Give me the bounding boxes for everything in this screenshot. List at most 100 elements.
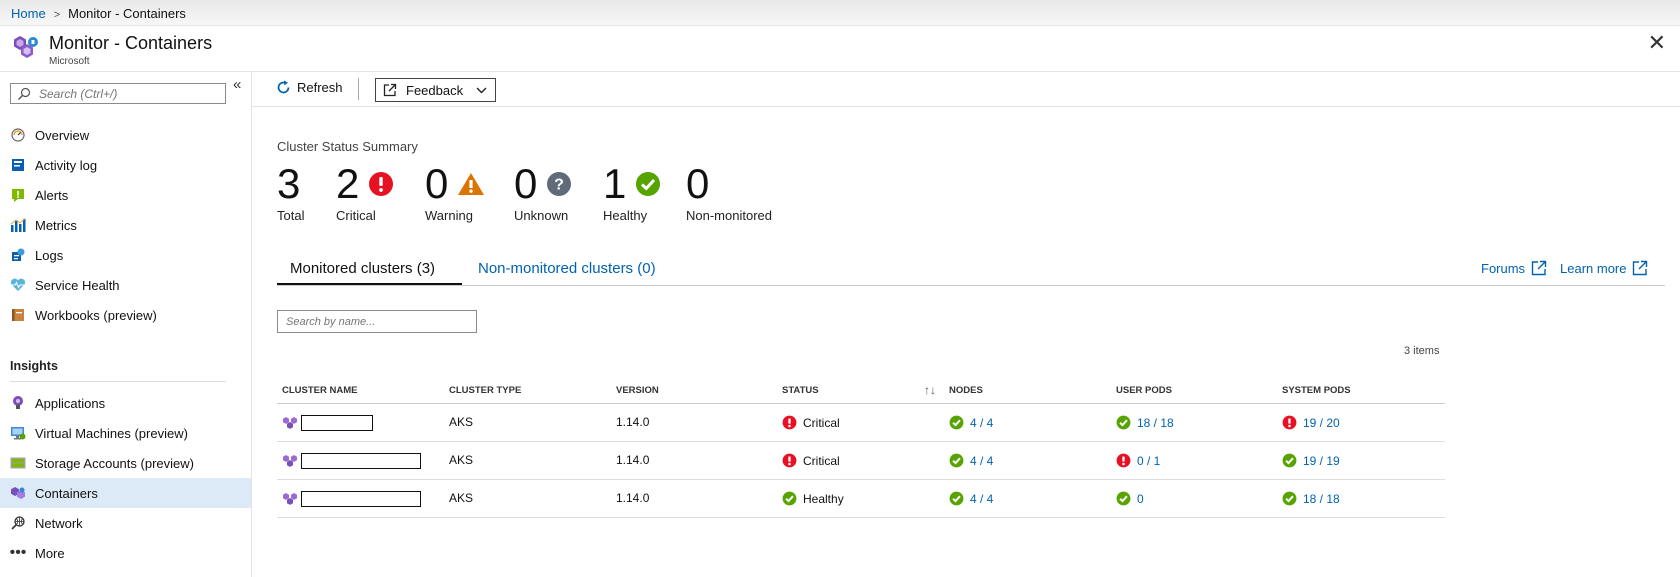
nodes-cell[interactable]: 4 / 4	[949, 453, 993, 468]
cluster-name-cell[interactable]	[282, 415, 373, 431]
sidebar-search[interactable]	[10, 83, 226, 104]
healthy-icon	[949, 415, 964, 430]
healthy-icon	[1282, 453, 1297, 468]
sidebar-item-logs[interactable]: Logs	[0, 240, 251, 270]
stat-critical-label: Critical	[336, 208, 376, 223]
feedback-button[interactable]: Feedback	[375, 78, 496, 102]
redacted-cluster-name	[301, 491, 421, 507]
status-cell: Critical	[782, 415, 840, 430]
cluster-type-cell: AKS	[449, 491, 474, 505]
nodes-link[interactable]: 4 / 4	[970, 416, 993, 430]
nodes-cell[interactable]: 4 / 4	[949, 491, 993, 506]
kubernetes-cluster-icon	[283, 493, 297, 505]
sidebar-item-label: Activity log	[35, 157, 98, 173]
critical-icon	[1282, 415, 1297, 430]
cluster-name-cell[interactable]	[282, 453, 421, 469]
sidebar-item-activity-log[interactable]: Activity log	[0, 150, 251, 180]
stat-critical-value: 2	[336, 160, 360, 207]
col-system-pods[interactable]: SYSTEM PODS	[1282, 385, 1351, 396]
user-pods-cell[interactable]: 18 / 18	[1116, 415, 1174, 430]
col-cluster-type[interactable]: CLUSTER TYPE	[449, 385, 521, 396]
sidebar-item-label: Workbooks (preview)	[35, 307, 157, 323]
col-version[interactable]: VERSION	[616, 385, 659, 396]
stat-total: 3 Total	[277, 162, 304, 224]
monitor-containers-logo-icon	[14, 36, 38, 58]
item-count: 3 items	[1404, 345, 1440, 357]
sidebar-item-workbooks[interactable]: Workbooks (preview)	[0, 300, 251, 330]
forums-link[interactable]: Forums	[1481, 260, 1547, 276]
external-link-icon	[1633, 260, 1648, 276]
nodes-link[interactable]: 4 / 4	[970, 454, 993, 468]
breadcrumb-home-link[interactable]: Home	[11, 6, 46, 21]
col-user-pods[interactable]: USER PODS	[1116, 385, 1172, 396]
sidebar-item-overview[interactable]: Overview	[0, 120, 251, 150]
sidebar-item-storage-accounts[interactable]: Storage Accounts (preview)	[0, 448, 251, 478]
sidebar-item-applications[interactable]: Applications	[0, 388, 251, 418]
sidebar-item-containers[interactable]: Containers	[0, 478, 251, 508]
col-cluster-name[interactable]: CLUSTER NAME	[282, 385, 357, 396]
blade-header: Monitor - Containers Microsoft ✕	[0, 26, 1680, 72]
stat-warning: 0 Warning	[425, 162, 485, 223]
search-icon	[18, 87, 31, 100]
sidebar-item-more[interactable]: ••• More	[0, 538, 251, 568]
system-pods-link[interactable]: 19 / 19	[1303, 454, 1340, 468]
healthy-icon	[635, 171, 661, 197]
system-pods-cell[interactable]: 19 / 19	[1282, 453, 1340, 468]
cluster-search-input[interactable]	[277, 310, 477, 333]
warning-icon	[457, 172, 485, 196]
nodes-link[interactable]: 4 / 4	[970, 492, 993, 506]
table-header: CLUSTER NAME CLUSTER TYPE VERSION STATUS…	[277, 380, 1445, 404]
stat-unknown-label: Unknown	[514, 208, 569, 223]
sort-icon[interactable]: ↑↓	[924, 383, 936, 397]
sidebar-item-network[interactable]: Network	[0, 508, 251, 538]
user-pods-cell[interactable]: 0 / 1	[1116, 453, 1160, 468]
toolbar-divider	[358, 78, 359, 100]
stat-unknown: 0 ? Unknown	[514, 162, 572, 223]
sidebar-item-virtual-machines[interactable]: Virtual Machines (preview)	[0, 418, 251, 448]
main-content: Refresh Feedback Cluster Status Summary …	[252, 72, 1680, 577]
critical-icon	[782, 453, 797, 468]
page-title: Monitor - Containers	[49, 33, 213, 53]
tab-monitored-clusters[interactable]: Monitored clusters (3)	[290, 260, 435, 277]
cluster-type-cell: AKS	[449, 415, 474, 429]
table-row[interactable]: AKS 1.14.0 Critical 4 / 4 0 / 1 19 / 19	[277, 442, 1445, 480]
cluster-tabs: Monitored clusters (3) Non-monitored clu…	[277, 257, 1665, 286]
table-row[interactable]: AKS 1.14.0 Critical 4 / 4 18 / 18 19 / 2…	[277, 404, 1445, 442]
sidebar-item-label: Network	[35, 515, 83, 531]
sidebar-item-service-health[interactable]: Service Health	[0, 270, 251, 300]
sidebar-item-label: Virtual Machines (preview)	[35, 425, 188, 441]
status-label: Healthy	[803, 491, 844, 506]
system-pods-cell[interactable]: 19 / 20	[1282, 415, 1340, 430]
summary-title: Cluster Status Summary	[277, 139, 418, 154]
user-pods-link[interactable]: 0 / 1	[1137, 454, 1160, 468]
collapse-sidebar-icon[interactable]: «	[233, 76, 241, 93]
gauge-icon	[10, 127, 26, 143]
alert-icon	[10, 187, 26, 203]
close-icon[interactable]: ✕	[1648, 32, 1666, 54]
heart-icon	[10, 277, 26, 293]
breadcrumb-bar: Home > Monitor - Containers	[0, 0, 1680, 26]
col-nodes[interactable]: NODES	[949, 385, 983, 396]
learn-more-link[interactable]: Learn more	[1560, 260, 1648, 276]
table-row[interactable]: AKS 1.14.0 Healthy 4 / 4 0 18 / 18	[277, 480, 1445, 518]
tab-non-monitored-clusters[interactable]: Non-monitored clusters (0)	[478, 260, 656, 277]
status-label: Critical	[803, 415, 840, 430]
col-status[interactable]: STATUS	[782, 385, 819, 396]
sidebar-item-label: More	[35, 545, 65, 561]
chevron-down-icon	[476, 87, 487, 93]
cluster-name-cell[interactable]	[282, 491, 421, 507]
sidebar-item-alerts[interactable]: Alerts	[0, 180, 251, 210]
user-pods-link[interactable]: 18 / 18	[1137, 416, 1174, 430]
refresh-button[interactable]: Refresh	[276, 80, 343, 95]
status-cell: Healthy	[782, 491, 844, 506]
clusters-table: CLUSTER NAME CLUSTER TYPE VERSION STATUS…	[277, 380, 1445, 518]
system-pods-link[interactable]: 18 / 18	[1303, 492, 1340, 506]
sidebar-search-input[interactable]	[37, 85, 221, 102]
sidebar-item-metrics[interactable]: Metrics	[0, 210, 251, 240]
healthy-icon	[1116, 415, 1131, 430]
system-pods-link[interactable]: 19 / 20	[1303, 416, 1340, 430]
user-pods-link[interactable]: 0	[1137, 492, 1144, 506]
system-pods-cell[interactable]: 18 / 18	[1282, 491, 1340, 506]
nodes-cell[interactable]: 4 / 4	[949, 415, 993, 430]
user-pods-cell[interactable]: 0	[1116, 491, 1144, 506]
